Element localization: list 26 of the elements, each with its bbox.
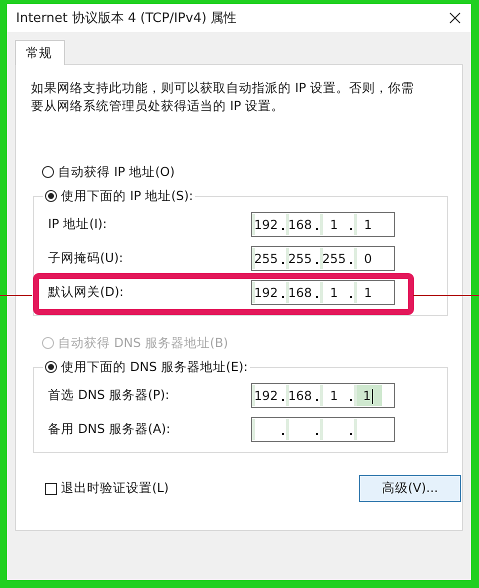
field-label: IP 地址(I): (48, 216, 107, 233)
ip-address-field[interactable] (251, 417, 395, 442)
radio-label: 自动获得 IP 地址(O) (58, 164, 175, 180)
checkbox[interactable] (45, 482, 57, 494)
description-text: 如果网络支持此功能，则可以获取自动指派的 IP 设置。否则，你需要从网络系统管理员处获得适当的 IP 设置。 (31, 79, 416, 115)
guide-line (0, 295, 32, 296)
radio-label: 使用下面的 IP 地址(S): (61, 188, 194, 204)
advanced-button[interactable]: 高级(V)... (359, 475, 461, 502)
radio-button[interactable] (42, 166, 54, 178)
radio-label: 自动获得 DNS 服务器地址(B) (58, 334, 228, 352)
ip-address-field[interactable]: 255 255 255 0 (251, 246, 395, 271)
window-title: Internet 协议版本 4 (TCP/IPv4) 属性 (16, 10, 237, 27)
radio-label: 使用下面的 DNS 服务器地址(E): (61, 358, 248, 376)
checkbox-label: 退出时验证设置(L) (61, 480, 169, 497)
radio-button[interactable] (45, 361, 57, 373)
field-label: 备用 DNS 服务器(A): (48, 421, 170, 438)
field-label: 子网掩码(U): (48, 250, 124, 267)
ip-address-field[interactable]: 192 168 1 1 (251, 383, 395, 408)
close-icon[interactable] (449, 12, 461, 24)
ip-address-field[interactable]: 192 168 1 1 (251, 280, 395, 305)
tab[interactable]: 常规 (15, 40, 65, 65)
field-label: 首选 DNS 服务器(P): (48, 387, 170, 404)
radio-button[interactable] (45, 190, 57, 202)
guide-line (413, 295, 479, 296)
field-label: 默认网关(D): (48, 284, 124, 301)
ip-address-field[interactable]: 192 168 1 1 (251, 212, 395, 237)
